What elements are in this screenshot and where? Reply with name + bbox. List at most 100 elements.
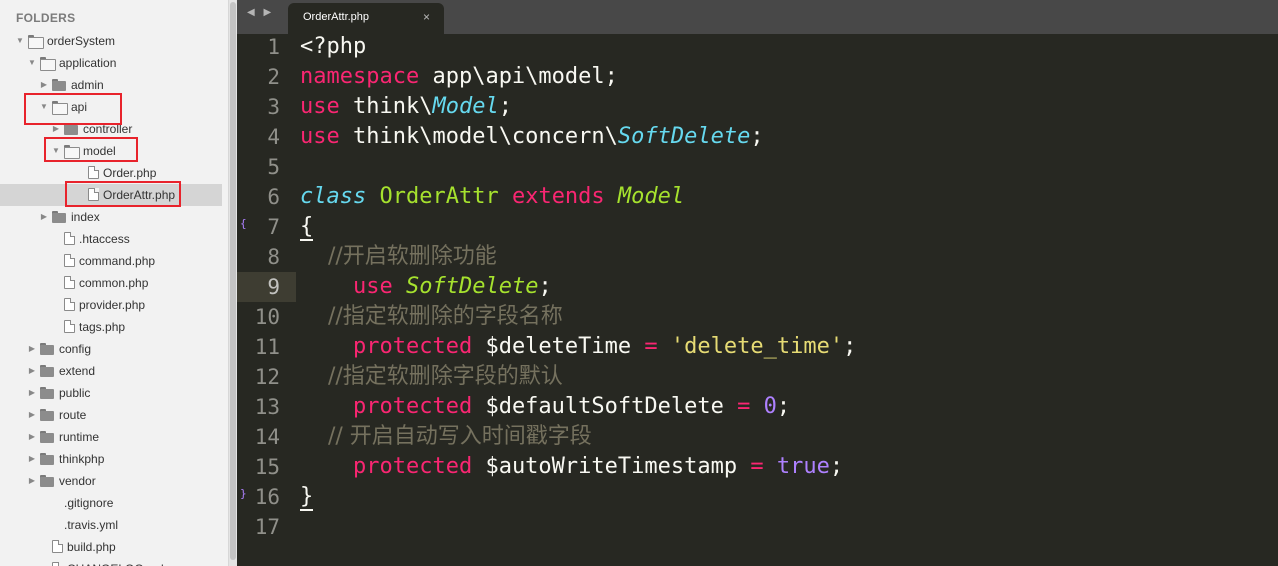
- code-line[interactable]: 4 use think\model\concern\SoftDelete;: [237, 122, 1278, 152]
- tree-folder[interactable]: ▶ vendor: [0, 470, 222, 492]
- chevron-right-icon[interactable]: ▶: [39, 206, 49, 228]
- code-area[interactable]: 1 <?php 2 namespace app\api\model; 3 use thin…: [237, 32, 1278, 542]
- tree-item-label: public: [59, 386, 91, 400]
- code-token: ;: [538, 274, 552, 299]
- file-icon: [52, 540, 63, 553]
- tree-file[interactable]: .travis.yml: [0, 514, 222, 536]
- chevron-right-icon[interactable]: ▶: [27, 448, 37, 470]
- chevron-down-icon[interactable]: ▼: [39, 96, 49, 118]
- tree-file[interactable]: CHANGELOG.md: [0, 558, 222, 566]
- code-line[interactable]: 15 protected $autoWriteTimestamp = true;: [237, 452, 1278, 482]
- tree-folder[interactable]: ▶ thinkphp: [0, 448, 222, 470]
- chevron-down-icon[interactable]: ▼: [15, 30, 25, 52]
- tree-file[interactable]: Order.php: [0, 162, 222, 184]
- chevron-right-icon[interactable]: ▶: [27, 426, 37, 448]
- code-line[interactable]: 6 class OrderAttr extends Model: [237, 182, 1278, 212]
- tree-item-label: build.php: [67, 540, 116, 554]
- tree-file[interactable]: tags.php: [0, 316, 222, 338]
- code-token: <?php: [300, 34, 367, 59]
- tree-file[interactable]: build.php: [0, 536, 222, 558]
- chevron-right-icon[interactable]: ▶: [27, 360, 37, 382]
- line-number: 7: [267, 215, 280, 239]
- code-line[interactable]: 11 protected $deleteTime = 'delete_time'…: [237, 332, 1278, 362]
- code-line[interactable]: 5: [237, 152, 1278, 182]
- tree-item-label: thinkphp: [59, 452, 105, 466]
- tree-folder[interactable]: ▼ application: [0, 52, 222, 74]
- close-icon[interactable]: ×: [423, 10, 430, 24]
- tree-folder[interactable]: ▶ index: [0, 206, 222, 228]
- code-token: use: [300, 94, 340, 119]
- tree-folder[interactable]: ▶ runtime: [0, 426, 222, 448]
- tree-item-label: provider.php: [79, 298, 146, 312]
- tree-item-label: command.php: [79, 254, 156, 268]
- tree-file[interactable]: .gitignore: [0, 492, 222, 514]
- code-token: $deleteTime: [472, 334, 645, 359]
- code-line[interactable]: 14 // 开启自动写入时间戳字段: [237, 422, 1278, 452]
- code-token: $defaultSoftDelete: [472, 394, 738, 419]
- tree-item-label: OrderAttr.php: [103, 188, 176, 202]
- code-line[interactable]: 10 //指定软删除的字段名称: [237, 302, 1278, 332]
- chevron-down-icon[interactable]: ▼: [27, 52, 37, 74]
- code-text: protected $defaultSoftDelete = 0;: [300, 392, 790, 422]
- code-line[interactable]: } 16}: [237, 482, 1278, 512]
- tree-file[interactable]: OrderAttr.php: [0, 184, 222, 206]
- code-line[interactable]: 12 //指定软删除字段的默认: [237, 362, 1278, 392]
- sidebar-scrollbar[interactable]: [228, 0, 237, 566]
- code-token: protected: [352, 454, 473, 479]
- code-token: $autoWriteTimestamp: [472, 454, 751, 479]
- tree-file[interactable]: common.php: [0, 272, 222, 294]
- code-token: SoftDelete: [617, 124, 751, 149]
- code-line[interactable]: 13 protected $defaultSoftDelete = 0;: [237, 392, 1278, 422]
- chevron-right-icon[interactable]: ▶: [51, 118, 61, 140]
- folders-header: FOLDERS: [16, 11, 76, 25]
- code-token: namespace: [300, 64, 420, 89]
- code-token: 'delete_time': [670, 334, 844, 359]
- code-line[interactable]: 9 use SoftDelete;: [237, 272, 1278, 302]
- tree-folder[interactable]: ▶ public: [0, 382, 222, 404]
- chevron-down-icon[interactable]: ▼: [51, 140, 61, 162]
- tree-folder[interactable]: ▶ admin: [0, 74, 222, 96]
- tree-file[interactable]: command.php: [0, 250, 222, 272]
- code-line[interactable]: 17: [237, 512, 1278, 542]
- tree-item-label: tags.php: [79, 320, 126, 334]
- line-number: 14: [254, 425, 280, 449]
- folder-open-icon: [64, 145, 80, 159]
- chevron-right-icon[interactable]: ▶: [27, 338, 37, 360]
- tree-folder[interactable]: ▶ route: [0, 404, 222, 426]
- code-token: {: [300, 214, 314, 241]
- code-token: 0: [763, 394, 777, 419]
- code-token: ;: [498, 94, 512, 119]
- code-token: protected: [352, 334, 473, 359]
- tree-folder[interactable]: ▶ config: [0, 338, 222, 360]
- code-token: OrderAttr: [379, 184, 499, 209]
- line-number: 8: [267, 245, 280, 269]
- code-line[interactable]: 2 namespace app\api\model;: [237, 62, 1278, 92]
- tree-folder[interactable]: ▼ api: [0, 96, 222, 118]
- tree-folder[interactable]: ▼ model: [0, 140, 222, 162]
- tree-item-label: .gitignore: [64, 496, 114, 510]
- tab-nav-arrows[interactable]: ◀ ▶: [247, 7, 274, 18]
- tree-folder[interactable]: ▶ controller: [0, 118, 222, 140]
- tree-item-label: api: [71, 100, 88, 114]
- tree-file[interactable]: .htaccess: [0, 228, 222, 250]
- code-line[interactable]: {7{: [237, 212, 1278, 242]
- code-token: Model: [432, 94, 499, 119]
- chevron-right-icon[interactable]: ▶: [27, 470, 37, 492]
- chevron-right-icon[interactable]: ▶: [27, 404, 37, 426]
- code-line[interactable]: 3 use think\Model;: [237, 92, 1278, 122]
- tree-folder[interactable]: ▼ orderSystem: [0, 30, 222, 52]
- chevron-right-icon[interactable]: ▶: [27, 382, 37, 404]
- tree-item-label: application: [59, 56, 117, 70]
- tree-file[interactable]: provider.php: [0, 294, 222, 316]
- line-number: 3: [267, 95, 280, 119]
- tree-folder[interactable]: ▶ extend: [0, 360, 222, 382]
- code-line[interactable]: 8 //开启软删除功能: [237, 242, 1278, 272]
- scrollbar-thumb[interactable]: [230, 2, 236, 560]
- code-line[interactable]: 1 <?php: [237, 32, 1278, 62]
- chevron-right-icon[interactable]: ▶: [39, 74, 49, 96]
- tab-orderattr[interactable]: OrderAttr.php ×: [288, 3, 444, 34]
